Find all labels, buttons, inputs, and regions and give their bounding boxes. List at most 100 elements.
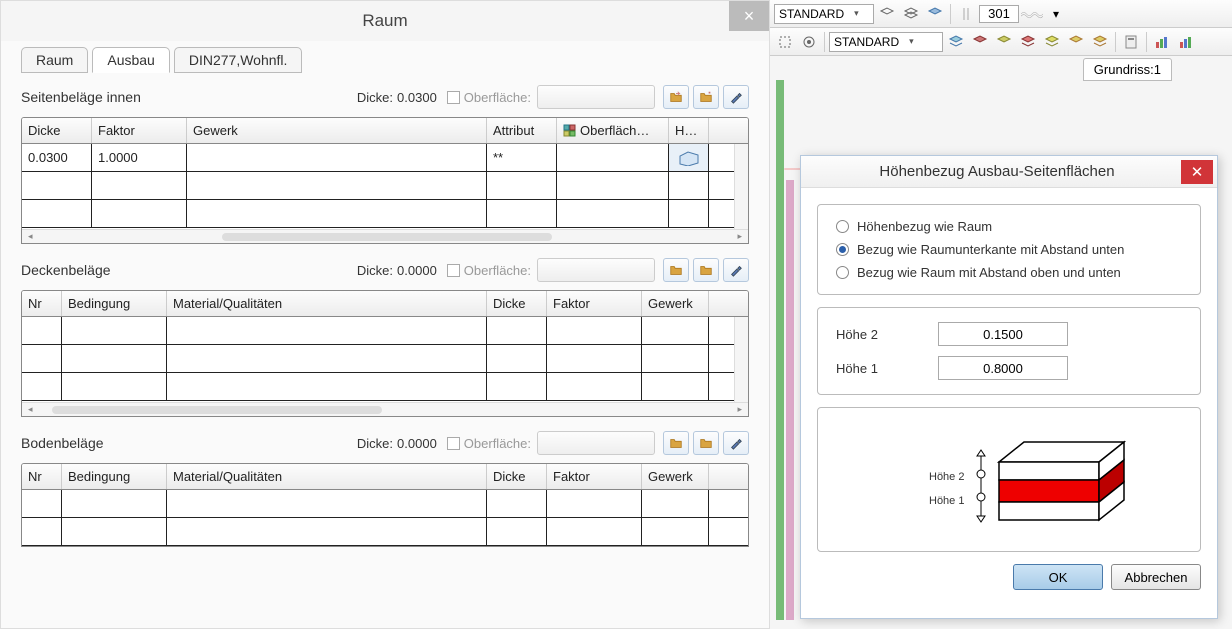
layers-icon[interactable] [1065, 31, 1087, 53]
radio-label: Höhenbezug wie Raum [857, 219, 992, 234]
cell-dicke[interactable]: 0.0300 [22, 144, 92, 171]
tab-din277[interactable]: DIN277,Wohnfl. [174, 47, 303, 73]
decken-col-bedingung[interactable]: Bedingung [62, 291, 167, 316]
cell-gewerk[interactable] [187, 144, 487, 171]
table-row[interactable] [22, 172, 748, 200]
grid-vscroll[interactable] [734, 144, 748, 229]
boden-col-material[interactable]: Material/Qualitäten [167, 464, 487, 489]
table-row[interactable] [22, 345, 748, 373]
layer-combo-1[interactable]: STANDARD [774, 4, 874, 24]
chart-icon[interactable] [1175, 31, 1197, 53]
cancel-button[interactable]: Abbrechen [1111, 564, 1201, 590]
view-tab[interactable]: Grundriss:1 [1083, 58, 1172, 81]
decken-surface-label: Oberfläche: [464, 263, 531, 278]
surface-icon [563, 124, 577, 138]
radio-label: Bezug wie Raum mit Abstand oben und unte… [857, 265, 1121, 280]
grid-hscroll[interactable] [22, 229, 748, 243]
decken-col-dicke[interactable]: Dicke [487, 291, 547, 316]
seiten-surface-checkbox[interactable] [447, 91, 460, 104]
grid-vscroll[interactable] [734, 317, 748, 402]
boden-col-gewerk[interactable]: Gewerk [642, 464, 709, 489]
decken-load-favorite-button[interactable] [663, 258, 689, 282]
toolbar-pattern-icon[interactable] [1021, 3, 1043, 25]
decken-col-gewerk[interactable]: Gewerk [642, 291, 709, 316]
seiten-col-gewerk[interactable]: Gewerk [187, 118, 487, 143]
seiten-col-h[interactable]: H… [669, 118, 709, 143]
section-boden: Bodenbeläge Dicke: 0.0000 Oberfläche: [21, 429, 749, 547]
seiten-surface-input[interactable] [537, 85, 655, 109]
boden-surface-label: Oberfläche: [464, 436, 531, 451]
layers-icon[interactable] [1041, 31, 1063, 53]
seiten-eyedropper-button[interactable] [723, 85, 749, 109]
seiten-save-favorite-button[interactable] [693, 85, 719, 109]
decken-eyedropper-button[interactable] [723, 258, 749, 282]
table-row[interactable] [22, 317, 748, 345]
decken-thickness-value: 0.0000 [397, 263, 437, 278]
toolbar-icon[interactable] [876, 3, 898, 25]
layers-icon[interactable] [1017, 31, 1039, 53]
ok-button[interactable]: OK [1013, 564, 1103, 590]
calc-icon[interactable] [1120, 31, 1142, 53]
layers-icon[interactable] [993, 31, 1015, 53]
decken-save-favorite-button[interactable] [693, 258, 719, 282]
cell-oberfl[interactable] [557, 144, 669, 171]
tab-raum[interactable]: Raum [21, 47, 88, 73]
layer-combo-2[interactable]: STANDARD [829, 32, 943, 52]
radio-option-1[interactable]: Bezug wie Raumunterkante mit Abstand unt… [836, 242, 1182, 257]
decken-col-nr[interactable]: Nr [22, 291, 62, 316]
toolbar-icon[interactable] [900, 3, 922, 25]
cell-attribut[interactable]: ** [487, 144, 557, 171]
boden-col-nr[interactable]: Nr [22, 464, 62, 489]
cell-faktor[interactable]: 1.0000 [92, 144, 187, 171]
layers-icon[interactable] [945, 31, 967, 53]
boden-load-favorite-button[interactable] [663, 431, 689, 455]
boden-eyedropper-button[interactable] [723, 431, 749, 455]
layers-icon[interactable] [969, 31, 991, 53]
radio-option-2[interactable]: Bezug wie Raum mit Abstand oben und unte… [836, 265, 1182, 280]
layers-icon[interactable] [1089, 31, 1111, 53]
decken-surface-input[interactable] [537, 258, 655, 282]
h1-input[interactable] [938, 356, 1068, 380]
boden-col-bedingung[interactable]: Bedingung [62, 464, 167, 489]
table-row[interactable] [22, 518, 748, 546]
radio-option-0[interactable]: Höhenbezug wie Raum [836, 219, 1182, 234]
seiten-surface-label: Oberfläche: [464, 90, 531, 105]
boden-thickness-value: 0.0000 [397, 436, 437, 451]
radio-icon [836, 266, 849, 279]
boden-grid[interactable]: Nr Bedingung Material/Qualitäten Dicke F… [21, 463, 749, 547]
decken-col-material[interactable]: Material/Qualitäten [167, 291, 487, 316]
toolbar-icon[interactable] [798, 31, 820, 53]
seiten-col-attribut[interactable]: Attribut [487, 118, 557, 143]
decken-grid[interactable]: Nr Bedingung Material/Qualitäten Dicke F… [21, 290, 749, 417]
tab-ausbau[interactable]: Ausbau [92, 47, 169, 73]
cell-h[interactable] [669, 144, 709, 171]
decken-surface-checkbox[interactable] [447, 264, 460, 277]
seiten-load-favorite-button[interactable] [663, 85, 689, 109]
toolbar-icon[interactable] [955, 3, 977, 25]
table-row[interactable] [22, 490, 748, 518]
toolbar-icon[interactable] [774, 31, 796, 53]
boden-col-faktor[interactable]: Faktor [547, 464, 642, 489]
seiten-col-oberflaeche[interactable]: Oberfläch… [557, 118, 669, 143]
boden-save-favorite-button[interactable] [693, 431, 719, 455]
grid-hscroll[interactable] [22, 402, 748, 416]
section-decken: Deckenbeläge Dicke: 0.0000 Oberfläche: [21, 256, 749, 417]
seiten-col-faktor[interactable]: Faktor [92, 118, 187, 143]
toolbar-dropdown-icon[interactable]: ▾ [1045, 3, 1067, 25]
table-row[interactable]: 0.0300 1.0000 ** [22, 144, 748, 172]
boden-col-dicke[interactable]: Dicke [487, 464, 547, 489]
raum-panel: Raum × Raum Ausbau DIN277,Wohnfl. Seiten… [0, 0, 770, 629]
toolbar-icon[interactable] [924, 3, 946, 25]
dialog-close-button[interactable]: ✕ [1181, 160, 1213, 184]
seiten-grid[interactable]: Dicke Faktor Gewerk Attribut Oberfläch… … [21, 117, 749, 244]
chart-icon[interactable] [1151, 31, 1173, 53]
table-row[interactable] [22, 373, 748, 401]
boden-surface-input[interactable] [537, 431, 655, 455]
h2-input[interactable] [938, 322, 1068, 346]
decken-col-faktor[interactable]: Faktor [547, 291, 642, 316]
boden-surface-checkbox[interactable] [447, 437, 460, 450]
panel-close-button[interactable]: × [729, 1, 769, 31]
toolbar-spin-input[interactable] [979, 5, 1019, 23]
seiten-col-dicke[interactable]: Dicke [22, 118, 92, 143]
table-row[interactable] [22, 200, 748, 228]
